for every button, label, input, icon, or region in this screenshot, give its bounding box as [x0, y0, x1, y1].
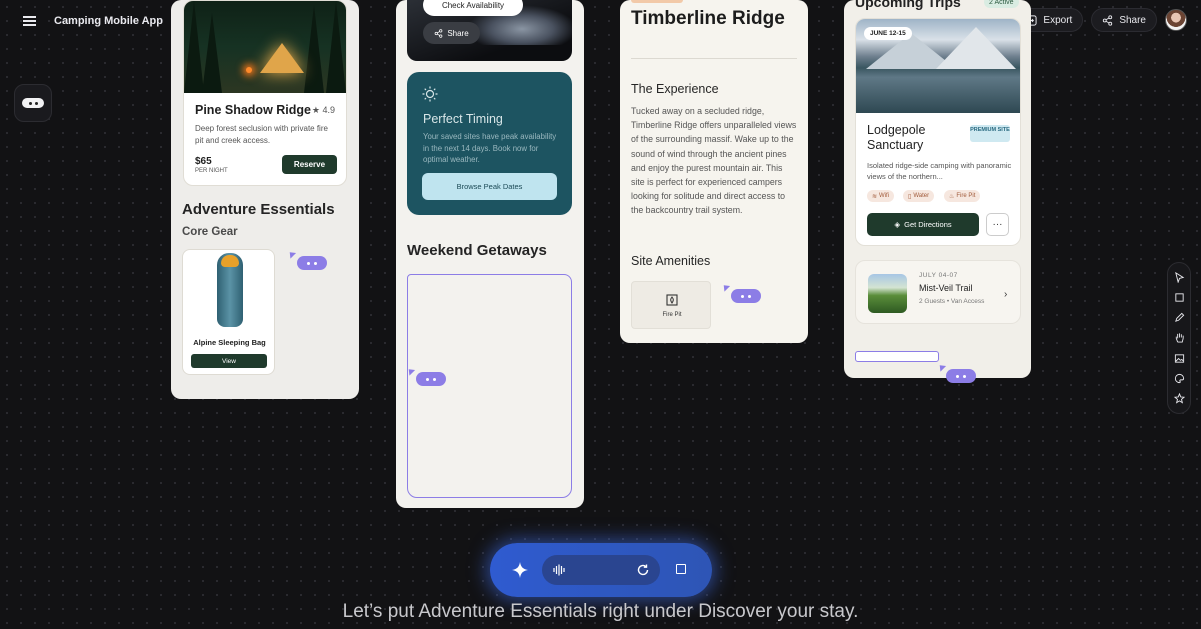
hamburger-icon [22, 20, 36, 22]
wifi-icon: ≋ [872, 193, 878, 200]
detail-title: Timberline Ridge [631, 8, 785, 29]
divider [631, 58, 797, 59]
star-icon[interactable] [1173, 393, 1185, 404]
voice-composer [490, 543, 712, 597]
navigation-icon: ◈ [894, 220, 901, 229]
chip-water: ▯ Water [903, 190, 935, 202]
share-icon [434, 28, 443, 38]
section-title-essentials: Adventure Essentials [182, 201, 335, 218]
menu-button[interactable] [14, 8, 44, 34]
trip-card[interactable]: JUNE 12-15 Lodgepole Sanctuary PREMIUM S… [855, 18, 1021, 246]
refresh-icon[interactable] [636, 563, 650, 577]
listing-share-button[interactable]: Share [423, 22, 480, 44]
palette-icon[interactable] [1174, 373, 1185, 384]
view-button[interactable]: View [191, 354, 267, 368]
campsite-image [184, 1, 346, 93]
campsite-price: $65 [195, 156, 212, 167]
category-tag [631, 0, 683, 3]
trips-title: Upcoming Trips [855, 0, 961, 10]
trail-image [868, 274, 907, 313]
sleeping-bag-image [217, 253, 243, 327]
fire-pit-icon [666, 294, 678, 306]
experience-heading: The Experience [631, 82, 719, 96]
chevron-right-icon[interactable]: › [1004, 289, 1007, 300]
timing-description: Your saved sites have peak availability … [423, 132, 557, 164]
select-cursor-icon[interactable] [1174, 271, 1185, 283]
share-label: Share [1119, 14, 1146, 26]
campsite-name: Pine Shadow Ridge [195, 103, 311, 117]
share-button[interactable]: Share [1091, 8, 1157, 32]
comment-bubble-2[interactable] [416, 372, 446, 386]
sparkle-icon[interactable] [510, 560, 530, 580]
voice-caption: Let’s put Adventure Essentials right und… [342, 601, 859, 622]
section-subtitle-core-gear: Core Gear [182, 226, 238, 238]
share-icon [1103, 14, 1113, 26]
more-options-button[interactable]: ··· [986, 213, 1009, 236]
amenities-heading: Site Amenities [631, 254, 711, 268]
flame-icon: ♨ [949, 193, 955, 200]
phone-screen-trips: Upcoming Trips 2 Active JUNE 12-15 Lodge… [844, 0, 1031, 378]
avatar[interactable] [1165, 9, 1187, 31]
selected-element-box[interactable] [855, 351, 939, 362]
image-icon[interactable] [1174, 353, 1185, 364]
selected-empty-frame[interactable] [407, 274, 572, 498]
trip-list-item[interactable]: JULY 04-07 Mist-Veil Trail 2 Guests • Va… [855, 260, 1021, 324]
phone-screen-detail: Timberline Ridge The Experience Tucked a… [620, 0, 808, 343]
comments-toggle[interactable] [14, 84, 52, 122]
amenity-label: Fire Pit [662, 312, 682, 318]
trip-name: Mist-Veil Trail [919, 283, 973, 293]
perfect-timing-card: Perfect Timing Your saved sites have pea… [407, 72, 572, 215]
trip-meta: 2 Guests • Van Access [919, 298, 985, 305]
chip-wifi: ≋ Wifi [867, 190, 895, 202]
comment-bubble-1[interactable] [297, 256, 327, 270]
listing-share-label: Share [447, 28, 469, 38]
trip-date: JULY 04-07 [919, 272, 958, 279]
tool-palette [1167, 262, 1191, 414]
section-title-weekend: Weekend Getaways [407, 242, 547, 259]
campsite-rating: ★ 4.9 [311, 105, 335, 115]
voice-input-pill[interactable] [542, 555, 660, 585]
hand-icon[interactable] [1174, 332, 1185, 344]
comment-dots-icon [22, 98, 44, 108]
price-unit: PER NIGHT [195, 168, 228, 174]
pencil-icon[interactable] [1174, 312, 1185, 323]
experience-body: Tucked away on a secluded ridge, Timberl… [631, 106, 797, 216]
timing-title: Perfect Timing [423, 112, 503, 126]
phone-screen-discover: Pine Shadow Ridge ★ 4.9 Deep forest secl… [171, 0, 359, 399]
stop-icon[interactable] [676, 564, 686, 574]
active-badge: 2 Active [984, 0, 1019, 8]
water-icon: ▯ [908, 193, 912, 200]
get-directions-button[interactable]: ◈ Get Directions [867, 213, 979, 236]
sun-icon [422, 86, 438, 102]
frame-icon[interactable] [1174, 292, 1185, 303]
browse-peak-dates-button[interactable]: Browse Peak Dates [422, 173, 557, 200]
campsite-card[interactable]: Pine Shadow Ridge ★ 4.9 Deep forest secl… [183, 0, 347, 186]
gear-card[interactable]: Alpine Sleeping Bag View [182, 249, 275, 375]
trip-date-chip: JUNE 12-15 [864, 27, 912, 40]
lodge-description: Isolated ridge-side camping with panoram… [867, 161, 1012, 181]
app-title: Camping Mobile App [54, 15, 163, 27]
gear-name: Alpine Sleeping Bag [193, 338, 266, 347]
chip-fire-pit: ♨ Fire Pit [944, 190, 981, 202]
topbar-left: Camping Mobile App [14, 8, 163, 34]
reserve-button[interactable]: Reserve [282, 155, 337, 174]
campsite-description: Deep forest seclusion with private fire … [195, 124, 328, 145]
waveform-icon [553, 564, 565, 576]
lodge-name: Lodgepole Sanctuary [867, 123, 926, 152]
phone-screen-listing: Check Availability Share Perfect Timing … [396, 0, 584, 508]
premium-badge: PREMIUM SITE [970, 125, 1010, 142]
comment-bubble-4[interactable] [946, 369, 976, 383]
comment-bubble-3[interactable] [731, 289, 761, 303]
amenity-fire-pit[interactable]: Fire Pit [631, 281, 711, 329]
export-label: Export [1043, 14, 1073, 26]
check-availability-button[interactable]: Check Availability [423, 0, 523, 16]
directions-label: Get Directions [904, 220, 952, 229]
